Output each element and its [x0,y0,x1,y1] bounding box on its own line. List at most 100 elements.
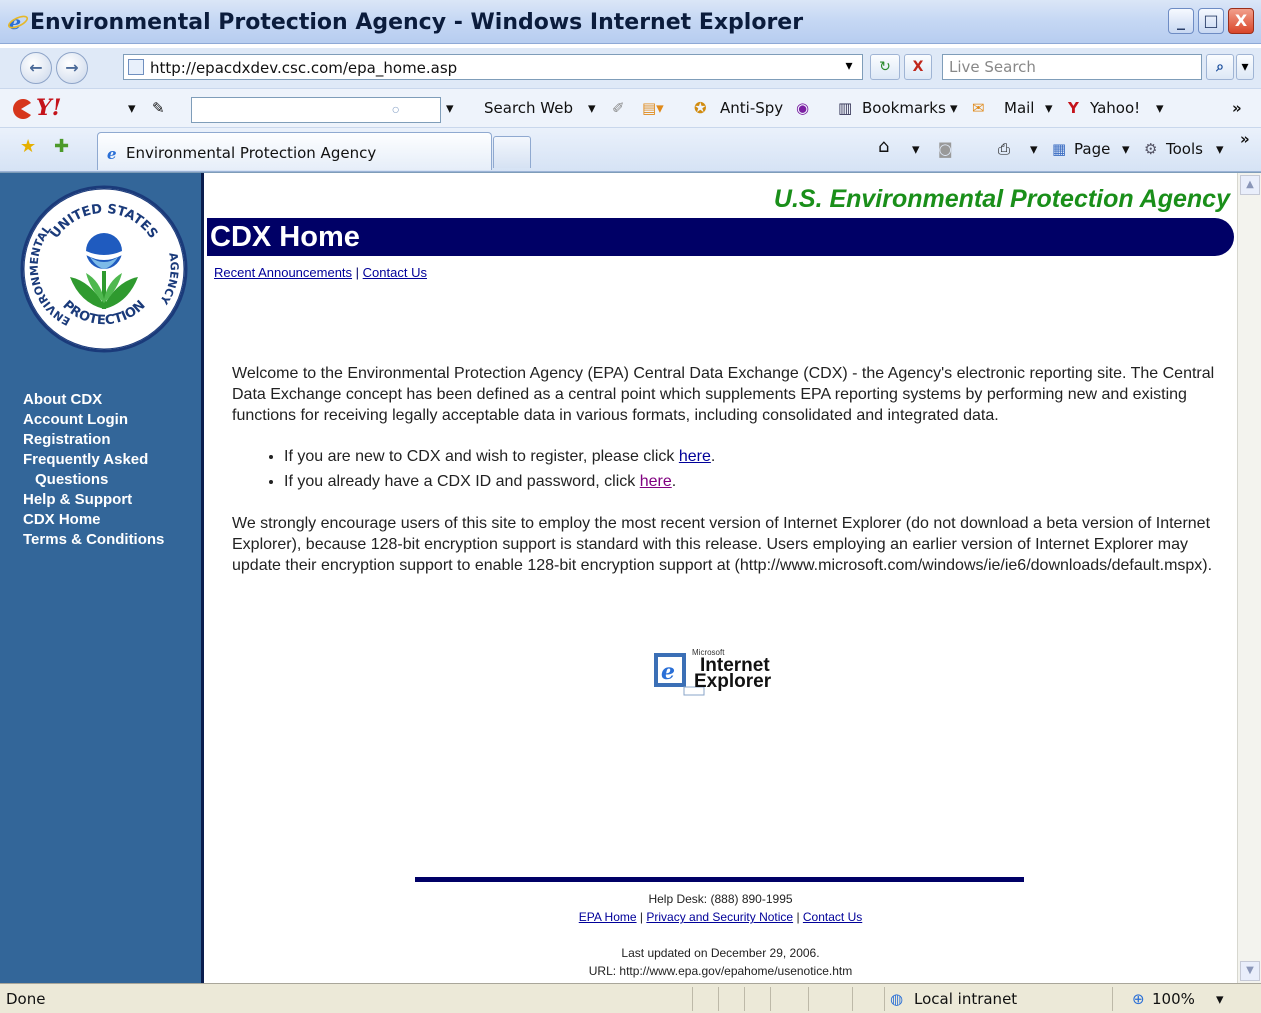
pacman-icon[interactable] [10,99,32,119]
back-button[interactable]: ← [20,52,52,84]
yahoo-search-dropdown[interactable]: ▾ [446,99,454,117]
yahoo-button[interactable]: Yahoo! [1090,99,1140,117]
svg-text:Explorer: Explorer [694,671,772,692]
close-icon: X [1234,11,1248,30]
search-icon: ⌕ [1216,59,1224,75]
yahoo-logo-dropdown[interactable]: ▾ [128,99,136,117]
stop-button[interactable]: X [904,54,932,80]
page-viewport: UNITED STATES ENVIRONMENTAL AGENCY PROTE… [0,172,1261,983]
footer: Help Desk: (888) 890-1995 EPA Home | Pri… [207,890,1234,980]
minimize-icon: _ [1177,11,1185,30]
scroll-up-arrow-icon[interactable]: ▲ [1240,175,1260,195]
status-divider [770,987,771,1011]
status-divider [1112,987,1113,1011]
popup-blocker-icon[interactable]: ▤▾ [642,99,664,117]
intro-paragraph: Welcome to the Environmental Protection … [232,365,1215,424]
sidebar-item-about-cdx[interactable]: About CDX [23,390,164,410]
tools-menu-dropdown[interactable]: ▾ [1216,140,1224,158]
refresh-icon: ↻ [879,59,891,75]
yahoo-logo[interactable]: Y! [36,95,61,121]
mail-dropdown[interactable]: ▾ [1045,99,1053,117]
search-web-dropdown[interactable]: ▾ [588,99,596,117]
tab-environmental-protection-agency[interactable]: e Environmental Protection Agency [97,132,492,170]
zoom-dropdown[interactable]: ▾ [1216,990,1224,1008]
search-options-dropdown[interactable]: ▾ [1236,54,1254,80]
print-icon[interactable]: ⎙ [998,140,1010,158]
browser-note-paragraph: We strongly encourage users of this site… [232,515,1213,574]
search-web-button[interactable]: Search Web [484,99,573,117]
search-button[interactable]: ⌕ [1206,54,1234,80]
toolbar-overflow-button[interactable]: » [1232,99,1242,117]
sidebar-item-help-support[interactable]: Help & Support [23,490,164,510]
highlight-icon[interactable]: ✐ [612,99,625,117]
url-dropdown-icon[interactable]: ▾ [839,54,859,80]
anti-spy-icon: ✪ [694,99,707,117]
maximize-icon: □ [1203,11,1219,30]
link-separator: | [355,265,363,280]
vertical-scrollbar[interactable]: ▲ ▼ [1237,173,1261,983]
feeds-icon[interactable]: ◙ [938,140,953,158]
maximize-button[interactable]: □ [1198,8,1224,34]
url-field[interactable]: http://epacdxdev.csc.com/epa_home.asp [123,54,863,80]
page-menu[interactable]: Page [1074,140,1110,158]
command-bar-overflow-button[interactable]: » [1240,130,1250,148]
status-divider [852,987,853,1011]
mail-button[interactable]: Mail [1004,99,1034,117]
bookmarks-button[interactable]: Bookmarks [862,99,946,117]
add-favorites-icon[interactable]: ✚ [54,136,69,157]
list-item-text: If you are new to CDX and wish to regist… [284,448,679,465]
home-icon[interactable]: ⌂ [878,136,889,157]
sidebar-nav: About CDX Account Login Registration Fre… [23,390,164,550]
zoom-level[interactable]: 100% [1152,990,1195,1008]
internet-explorer-icon: e [107,145,117,161]
footer-contact-us-link[interactable]: Contact Us [803,910,862,924]
sidebar-item-terms-conditions[interactable]: Terms & Conditions [23,530,164,550]
tab-bar: ★ ✚ e Environmental Protection Agency ⌂ … [0,128,1261,172]
recent-announcements-link[interactable]: Recent Announcements [214,265,352,280]
internet-explorer-logo[interactable]: e Microsoft Internet Explorer [652,643,782,703]
last-updated-text: Last updated on December 29, 2006. [621,946,820,960]
close-button[interactable]: X [1228,8,1254,34]
refresh-button[interactable]: ↻ [870,54,900,80]
contact-us-link[interactable]: Contact Us [363,265,427,280]
sidebar-item-registration[interactable]: Registration [23,430,164,450]
anti-spy-button[interactable]: Anti-Spy [720,99,783,117]
tools-menu[interactable]: Tools [1166,140,1203,158]
status-divider [692,987,693,1011]
tab-label: Environmental Protection Agency [126,144,377,162]
svg-text:e: e [661,659,675,685]
window-title: Environmental Protection Agency - Window… [30,10,804,35]
yahoo-dropdown[interactable]: ▾ [1156,99,1164,117]
minimize-button[interactable]: _ [1168,8,1194,34]
home-dropdown[interactable]: ▾ [912,140,920,158]
print-dropdown[interactable]: ▾ [1030,140,1038,158]
headphones-icon[interactable]: ◉ [796,99,809,117]
login-here-link[interactable]: here [640,473,672,490]
privacy-security-notice-link[interactable]: Privacy and Security Notice [646,910,793,924]
scroll-down-arrow-icon[interactable]: ▼ [1240,961,1260,981]
forward-arrow-icon: → [65,58,79,77]
yahoo-search-input[interactable]: ○ [191,97,441,123]
list-item-end: . [671,473,677,490]
favorites-star-icon[interactable]: ★ [20,136,36,157]
status-divider [808,987,809,1011]
new-tab-button[interactable] [493,136,531,168]
sidebar-item-faq[interactable]: Frequently Asked [23,450,164,470]
sidebar-item-cdx-home[interactable]: CDX Home [23,510,164,530]
status-text: Done [6,990,46,1008]
gear-icon: ⚙ [1144,140,1158,158]
sidebar-item-faq-questions[interactable]: Questions [23,470,164,490]
bookmarks-dropdown[interactable]: ▾ [950,99,958,117]
list-item-end: . [710,448,716,465]
register-here-link[interactable]: here [679,448,711,465]
pencil-icon[interactable]: ✎ [152,99,165,117]
list-item-text: If you already have a CDX ID and passwor… [284,473,640,490]
sidebar-item-account-login[interactable]: Account Login [23,410,164,430]
page-menu-dropdown[interactable]: ▾ [1122,140,1130,158]
agency-banner: U.S. Environmental Protection Agency [773,185,1230,213]
action-list: If you are new to CDX and wish to regist… [284,446,1222,492]
footer-url-text: URL: http://www.epa.gov/epahome/usenotic… [588,964,853,978]
epa-home-link[interactable]: EPA Home [579,910,637,924]
forward-button[interactable]: → [56,52,88,84]
live-search-input[interactable]: Live Search [942,54,1202,80]
